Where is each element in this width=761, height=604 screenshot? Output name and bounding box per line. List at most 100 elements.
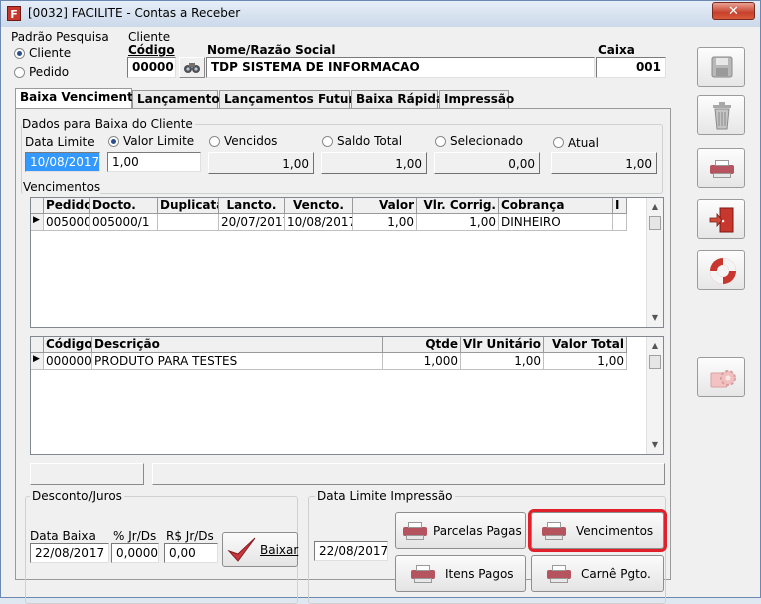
- scroll-down-icon[interactable]: ▼: [647, 309, 663, 326]
- radio-saldo-total[interactable]: [322, 136, 333, 147]
- client-code-label: Código: [128, 43, 175, 57]
- table-cell[interactable]: 005000: [44, 214, 90, 231]
- radio-pedido[interactable]: [14, 67, 25, 78]
- radio-cliente[interactable]: [14, 48, 25, 59]
- scroll-thumb[interactable]: [649, 216, 661, 230]
- data-limite-input[interactable]: 10/08/2017: [25, 152, 100, 172]
- col-valor[interactable]: Valor: [353, 198, 417, 214]
- client-code-input[interactable]: 000001: [127, 57, 176, 78]
- col-vlr-unitario[interactable]: Vlr Unitário: [461, 337, 544, 353]
- vencimentos-print-label: Vencimentos: [576, 523, 654, 538]
- radio-vencidos[interactable]: [209, 136, 220, 147]
- table-cell[interactable]: [158, 214, 219, 231]
- title-bar[interactable]: F [0032] FACILITE - Contas a Receber ✕: [1, 1, 760, 27]
- radio-valor-limite[interactable]: [108, 136, 119, 147]
- grid-indicator-header: [31, 337, 44, 353]
- vencimentos-print-button[interactable]: Vencimentos: [528, 509, 667, 552]
- pct-jrds-input[interactable]: 0,0000: [111, 543, 159, 563]
- save-button[interactable]: [697, 47, 745, 87]
- table-cell[interactable]: 10/08/2017: [285, 214, 353, 231]
- col-docto[interactable]: Docto.: [90, 198, 158, 214]
- radio-atual[interactable]: [553, 137, 564, 148]
- col-vencto[interactable]: Vencto.: [285, 198, 353, 214]
- scroll-down-icon[interactable]: ▼: [647, 436, 663, 453]
- table-cell[interactable]: 1,000: [383, 353, 461, 370]
- tab-baixa-vencimentos[interactable]: Baixa Vencimentos: [15, 88, 148, 109]
- rs-jrds-input[interactable]: 0,00: [164, 543, 218, 563]
- scroll-up-icon[interactable]: ▲: [647, 198, 663, 215]
- radio-atual-label: Atual: [568, 136, 599, 150]
- table-cell[interactable]: [613, 214, 627, 231]
- vencimentos-grid[interactable]: Pedido Docto. Duplicata Lancto. Vencto. …: [30, 197, 664, 328]
- col-i[interactable]: I: [613, 198, 627, 214]
- delete-button[interactable]: [697, 95, 745, 135]
- table-cell[interactable]: 1,00: [353, 214, 417, 231]
- col-cobranca[interactable]: Cobrança: [499, 198, 613, 214]
- table-cell[interactable]: 1,00: [461, 353, 544, 370]
- tab-lancamentos-futuros[interactable]: Lançamentos Futuros: [219, 90, 370, 108]
- lifebuoy-icon: [710, 258, 736, 284]
- table-cell[interactable]: 0000001: [44, 353, 92, 370]
- col-vlr-corrig[interactable]: Vlr. Corrig.: [417, 198, 499, 214]
- data-baixa-label: Data Baixa: [30, 529, 96, 543]
- tab-impressao[interactable]: Impressão: [439, 90, 514, 108]
- data-limite-impressao-input[interactable]: 22/08/2017: [314, 541, 388, 561]
- client-search-button[interactable]: [179, 57, 205, 78]
- table-cell[interactable]: 1,00: [417, 214, 499, 231]
- radio-valor-limite-label: Valor Limite: [123, 134, 195, 148]
- data-limite-label: Data Limite: [25, 135, 95, 149]
- client-name-input[interactable]: TDP SISTEMA DE INFORMACAO: [206, 57, 595, 78]
- tab-baixa-rapida[interactable]: Baixa Rápida: [351, 90, 444, 108]
- saldo-total-value: 1,00: [321, 152, 427, 174]
- client-name-label: Nome/Razão Social: [207, 43, 336, 57]
- parcelas-pagas-label: Parcelas Pagas: [433, 523, 522, 538]
- settings-button[interactable]: [697, 357, 745, 397]
- table-cell[interactable]: 1,00: [544, 353, 627, 370]
- parcelas-pagas-button[interactable]: Parcelas Pagas: [395, 512, 526, 549]
- vencimentos-scrollbar[interactable]: ▲ ▼: [646, 198, 663, 327]
- produtos-grid[interactable]: Código Descrição Qtde Vlr Unitário Valor…: [30, 336, 664, 455]
- radio-pedido-label: Pedido: [29, 65, 70, 79]
- close-window-button[interactable]: ✕: [712, 2, 755, 20]
- baixar-button[interactable]: Baixar: [222, 532, 298, 567]
- carne-pgto-button[interactable]: Carnê Pgto.: [531, 555, 664, 592]
- table-cell[interactable]: DINHEIRO: [499, 214, 613, 231]
- grid-indicator-header: [31, 198, 44, 214]
- cash-register-input[interactable]: 001: [596, 57, 666, 78]
- col-valor-total[interactable]: Valor Total: [544, 337, 627, 353]
- status-panel-right: [152, 463, 665, 485]
- pct-jrds-label: % Jr/Ds: [113, 529, 157, 543]
- table-cell[interactable]: 005000/1: [90, 214, 158, 231]
- help-button[interactable]: [697, 250, 745, 290]
- vencidos-value: 1,00: [208, 152, 314, 174]
- col-qtde[interactable]: Qtde: [383, 337, 461, 353]
- impressao-title: Data Limite Impressão: [315, 489, 455, 503]
- radio-selecionado[interactable]: [435, 136, 446, 147]
- col-duplicata[interactable]: Duplicata: [158, 198, 219, 214]
- table-cell[interactable]: 20/07/2017: [219, 214, 285, 231]
- status-panel-left: [30, 463, 144, 485]
- col-pedido[interactable]: Pedido: [44, 198, 90, 214]
- radio-cliente-label: Cliente: [29, 46, 72, 60]
- app-logo-icon: F: [7, 6, 21, 21]
- dados-title: Dados para Baixa do Cliente: [22, 117, 195, 131]
- col-descricao[interactable]: Descrição: [92, 337, 383, 353]
- data-baixa-input[interactable]: 22/08/2017: [30, 543, 109, 563]
- exit-button[interactable]: [697, 199, 745, 239]
- selecionado-value: 0,00: [434, 152, 540, 174]
- table-cell[interactable]: PRODUTO PARA TESTES: [92, 353, 383, 370]
- rs-jrds-label: R$ Jr/Ds: [166, 529, 214, 543]
- printer-icon: [708, 159, 736, 179]
- binoculars-icon: [184, 63, 200, 73]
- scroll-up-icon[interactable]: ▲: [647, 337, 663, 354]
- col-codigo[interactable]: Código: [44, 337, 92, 353]
- valor-limite-input[interactable]: 1,00: [107, 152, 201, 172]
- produtos-scrollbar[interactable]: ▲ ▼: [646, 337, 663, 454]
- col-lancto[interactable]: Lancto.: [219, 198, 285, 214]
- scroll-thumb[interactable]: [649, 355, 661, 369]
- tab-lancamentos[interactable]: Lançamentos: [132, 90, 227, 108]
- print-button[interactable]: [697, 148, 745, 188]
- printer-icon: [545, 564, 573, 584]
- itens-pagos-button[interactable]: Itens Pagos: [395, 555, 526, 592]
- printer-icon: [540, 521, 568, 541]
